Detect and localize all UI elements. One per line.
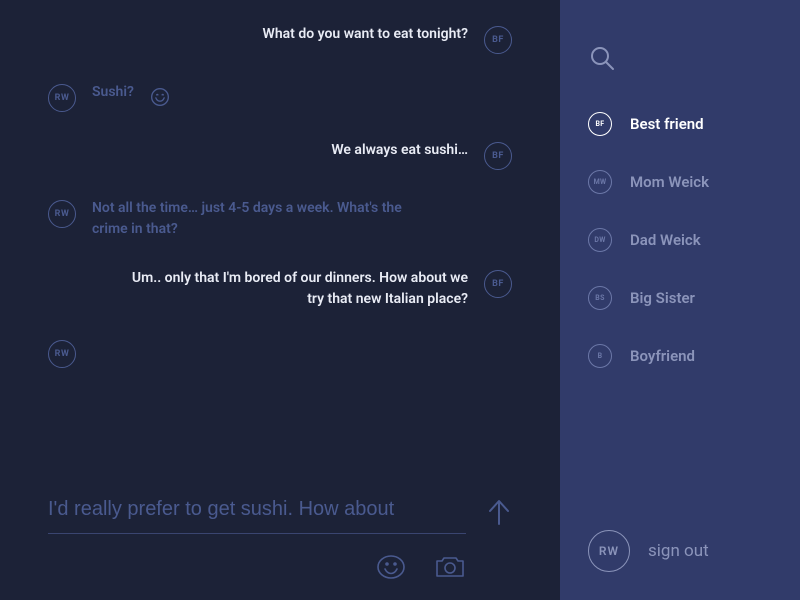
message-text: Sushi? <box>92 82 134 103</box>
contact-label: Dad Weick <box>630 231 701 249</box>
contact-best-friend[interactable]: BF Best friend <box>588 112 772 136</box>
message-text: What do you want to eat tonight? <box>263 24 468 45</box>
contact-label: Boyfriend <box>630 347 695 365</box>
message-input[interactable] <box>48 490 466 534</box>
compose-tools <box>48 554 512 580</box>
send-icon[interactable] <box>486 497 512 527</box>
message-row: RW Sushi? <box>48 82 512 112</box>
sign-out-label: sign out <box>648 541 709 561</box>
contact-avatar: BF <box>588 112 612 136</box>
chat-pane: What do you want to eat tonight? BF RW S… <box>0 0 560 600</box>
contact-big-sister[interactable]: BS Big Sister <box>588 286 772 310</box>
contact-list: BF Best friend MW Mom Weick DW Dad Weick… <box>588 112 772 506</box>
contact-label: Big Sister <box>630 289 695 307</box>
contact-avatar: BS <box>588 286 612 310</box>
message-text: Not all the time… just 4-5 days a week. … <box>92 198 432 240</box>
contact-mom-weick[interactable]: MW Mom Weick <box>588 170 772 194</box>
message-row: Um.. only that I'm bored of our dinners.… <box>48 268 512 310</box>
contact-label: Mom Weick <box>630 173 709 191</box>
message-row: We always eat sushi… BF <box>48 140 512 170</box>
contact-avatar: B <box>588 344 612 368</box>
message-row: RW Not all the time… just 4-5 days a wee… <box>48 198 512 240</box>
message-text: Um.. only that I'm bored of our dinners.… <box>128 268 468 310</box>
emoji-icon[interactable] <box>376 554 406 580</box>
avatar-bf: BF <box>484 26 512 54</box>
avatar-bf: BF <box>484 270 512 298</box>
me-avatar: RW <box>588 530 630 572</box>
message-row: RW <box>48 338 512 368</box>
compose-area <box>48 490 512 580</box>
avatar-rw: RW <box>48 84 76 112</box>
message-text: We always eat sushi… <box>331 140 468 161</box>
contact-avatar: MW <box>588 170 612 194</box>
contact-dad-weick[interactable]: DW Dad Weick <box>588 228 772 252</box>
message-list: What do you want to eat tonight? BF RW S… <box>48 24 512 470</box>
compose-row <box>48 490 512 534</box>
avatar-bf: BF <box>484 142 512 170</box>
avatar-rw: RW <box>48 340 76 368</box>
sidebar: BF Best friend MW Mom Weick DW Dad Weick… <box>560 0 800 600</box>
contact-label: Best friend <box>630 115 704 133</box>
contact-boyfriend[interactable]: B Boyfriend <box>588 344 772 368</box>
camera-icon[interactable] <box>434 554 464 580</box>
search-icon[interactable] <box>588 44 772 72</box>
message-row: What do you want to eat tonight? BF <box>48 24 512 54</box>
sign-out[interactable]: RW sign out <box>588 530 772 572</box>
grin-icon <box>150 87 170 107</box>
contact-avatar: DW <box>588 228 612 252</box>
avatar-rw: RW <box>48 200 76 228</box>
